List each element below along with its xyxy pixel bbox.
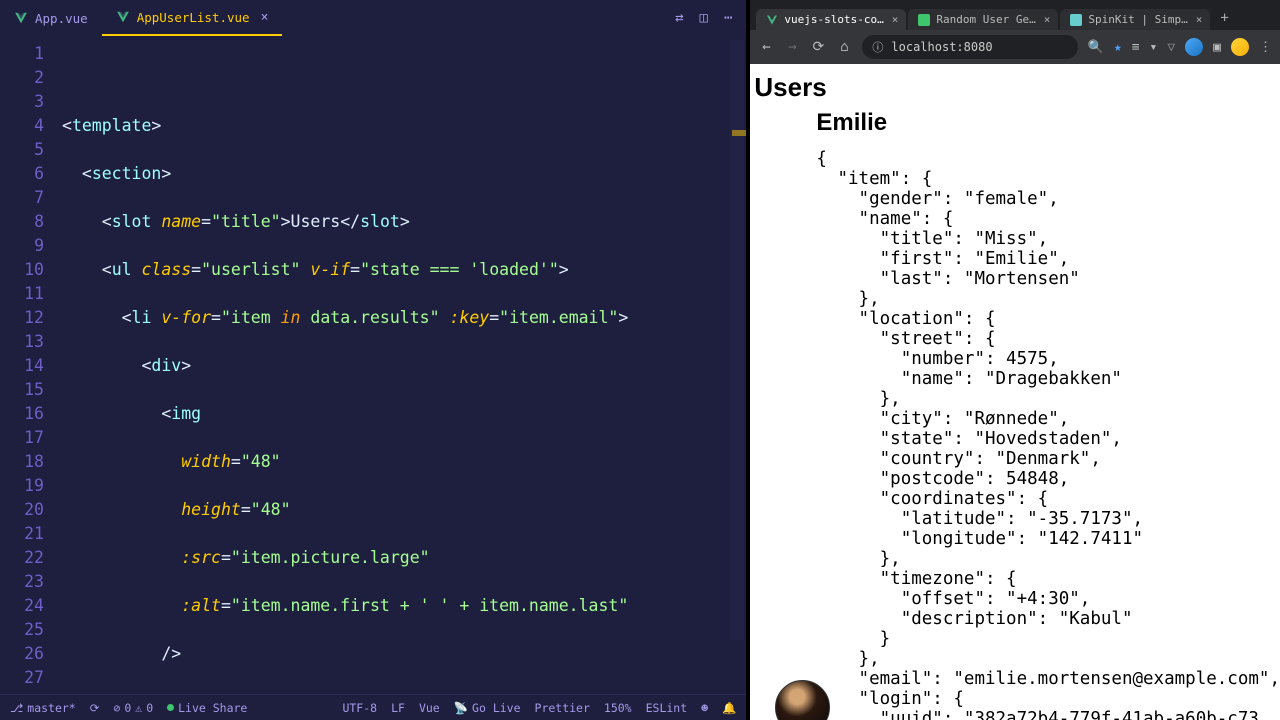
favicon-icon — [1070, 14, 1082, 26]
vue-icon — [14, 11, 28, 25]
close-icon[interactable]: × — [1044, 13, 1051, 26]
editor-panel: App.vue AppUserList.vue × ⇄ ◫ ⋯ 12345678… — [0, 0, 746, 720]
close-icon[interactable]: × — [892, 13, 899, 26]
eol[interactable]: LF — [391, 701, 405, 715]
browser-tab-title: Random User Generator | Ho — [936, 13, 1035, 26]
split-icon[interactable]: ◫ — [700, 10, 708, 26]
site-info-icon[interactable]: ⓘ — [872, 39, 883, 55]
language-mode[interactable]: Vue — [419, 701, 440, 715]
status-bar: ⎇ master* ⟳ ⊘ 0 ⚠ 0 Live Share UTF-8 LF … — [0, 694, 746, 720]
go-live[interactable]: 📡 Go Live — [454, 701, 521, 715]
json-output: { "item": { "gender": "female", "name": … — [816, 149, 1280, 720]
browser-tab-title: SpinKit | Simple CSS Spinners — [1088, 13, 1187, 26]
zoom[interactable]: 150% — [604, 701, 632, 715]
new-tab-button[interactable]: + — [1212, 6, 1236, 30]
git-sync[interactable]: ⟳ — [90, 701, 100, 715]
tab-label: AppUserList.vue — [137, 10, 250, 25]
extension-icon[interactable]: ▾ — [1150, 40, 1158, 55]
toolbar-right: 🔍 ★ ≡ ▾ ▽ ▣ ⋮ — [1088, 38, 1272, 56]
feedback-icon[interactable]: ☻ — [701, 701, 708, 715]
git-branch[interactable]: ⎇ master* — [10, 701, 76, 715]
prettier[interactable]: Prettier — [535, 701, 590, 715]
url-bar[interactable]: ⓘ localhost:8080 — [862, 35, 1077, 59]
browser-tabstrip: vuejs-slots-course × Random User Generat… — [750, 0, 1280, 30]
code-content[interactable]: <template> <section> <slot name="title">… — [62, 36, 746, 694]
problems[interactable]: ⊘ 0 ⚠ 0 — [113, 701, 153, 715]
user-avatar — [758, 109, 806, 157]
extension-icon[interactable]: ≡ — [1132, 40, 1140, 55]
bell-icon[interactable]: 🔔 — [722, 701, 736, 715]
tab-app-vue[interactable]: App.vue — [0, 0, 102, 36]
user-name: Emilie — [816, 109, 1280, 137]
extension-icon[interactable]: ▣ — [1213, 40, 1221, 55]
close-icon[interactable]: × — [1196, 13, 1203, 26]
url-text: localhost:8080 — [891, 40, 992, 54]
browser-tab-3[interactable]: SpinKit | Simple CSS Spinners × — [1060, 9, 1210, 30]
tab-appuserlist-vue[interactable]: AppUserList.vue × — [102, 0, 283, 36]
profile-avatar-2[interactable] — [1231, 38, 1249, 56]
browser-panel: vuejs-slots-course × Random User Generat… — [750, 0, 1280, 720]
gutter: 1234567891011121314151617181920212223242… — [0, 36, 62, 694]
back-button[interactable]: ← — [758, 39, 774, 55]
minimap-highlight — [732, 130, 746, 136]
menu-icon[interactable]: ⋮ — [1259, 40, 1272, 55]
browser-tab-2[interactable]: Random User Generator | Ho × — [908, 9, 1058, 30]
vue-icon — [766, 14, 778, 26]
liveshare[interactable]: Live Share — [167, 701, 247, 715]
reload-button[interactable]: ⟳ — [810, 39, 826, 55]
home-button[interactable]: ⌂ — [836, 39, 852, 55]
bookmark-icon[interactable]: ★ — [1114, 40, 1122, 55]
more-icon[interactable]: ⋯ — [724, 10, 732, 26]
browser-tab-title: vuejs-slots-course — [784, 13, 883, 26]
browser-toolbar: ← → ⟳ ⌂ ⓘ localhost:8080 🔍 ★ ≡ ▾ ▽ ▣ ⋮ — [750, 30, 1280, 64]
profile-avatar[interactable] — [1185, 38, 1203, 56]
editor-tabs: App.vue AppUserList.vue × ⇄ ◫ ⋯ — [0, 0, 746, 36]
favicon-icon — [918, 14, 930, 26]
zoom-icon[interactable]: 🔍 — [1088, 40, 1104, 55]
tab-actions: ⇄ ◫ ⋯ — [675, 10, 746, 26]
brave-icon[interactable]: ▽ — [1167, 40, 1175, 55]
close-icon[interactable]: × — [261, 10, 269, 25]
forward-button[interactable]: → — [784, 39, 800, 55]
compare-icon[interactable]: ⇄ — [675, 10, 683, 26]
vue-icon — [116, 10, 130, 24]
page-title: Users — [754, 72, 1280, 103]
page-content: Users Emilie { "item": { "gender": "fema… — [750, 64, 1280, 720]
eslint[interactable]: ESLint — [646, 701, 688, 715]
browser-tab-1[interactable]: vuejs-slots-course × — [756, 9, 906, 30]
code-area[interactable]: 1234567891011121314151617181920212223242… — [0, 36, 746, 694]
encoding[interactable]: UTF-8 — [342, 701, 377, 715]
tab-label: App.vue — [35, 11, 88, 26]
